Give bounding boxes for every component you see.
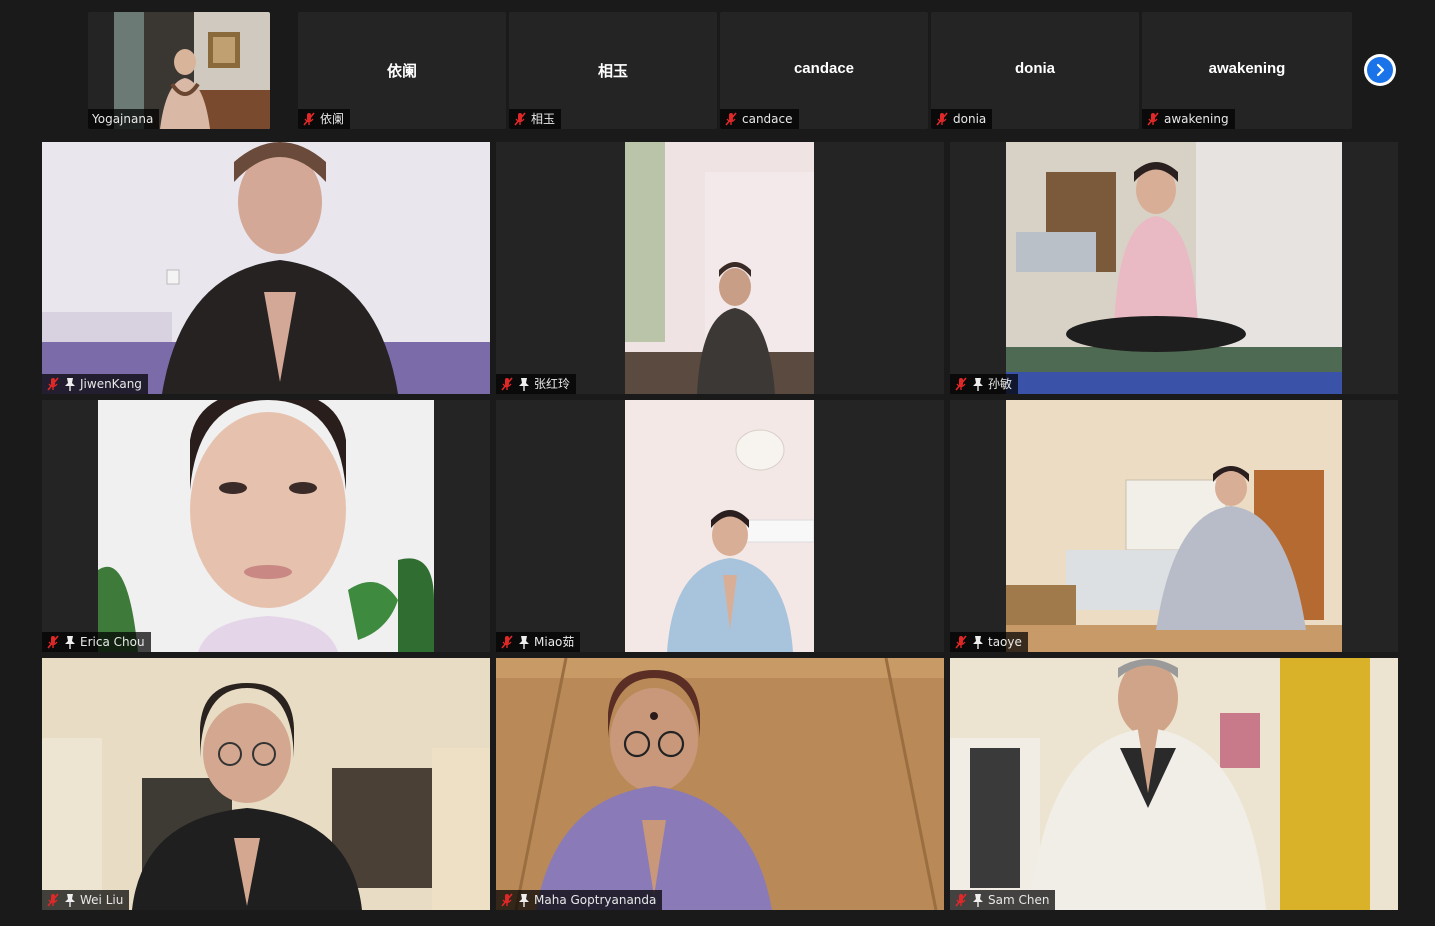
mic-muted-icon <box>514 112 526 126</box>
participant-name-tag: Erica Chou <box>42 632 151 652</box>
participant-display-name: 依阑 <box>386 63 417 80</box>
participant-name: taoye <box>988 635 1022 649</box>
participant-display-name: 相玉 <box>597 63 628 80</box>
participant-video <box>625 400 814 652</box>
video-tile-sunmin[interactable]: 孙敏 <box>950 142 1398 394</box>
strip-participant-yilan[interactable]: 依阑 依阑 <box>298 12 506 129</box>
participant-name: donia <box>953 112 987 126</box>
participant-name-tag: donia <box>931 109 993 129</box>
mic-muted-icon <box>955 893 967 907</box>
mic-muted-icon <box>725 112 737 126</box>
participant-display-name: candace <box>793 60 855 77</box>
participant-name-tag: 依阑 <box>298 109 351 129</box>
participant-name: Wei Liu <box>80 893 124 907</box>
participant-video <box>1006 400 1342 652</box>
participant-name-tag: JiwenKang <box>42 374 148 394</box>
mic-muted-icon <box>501 893 513 907</box>
mic-muted-icon <box>47 377 59 391</box>
participant-name-tag: Miao茹 <box>496 632 581 652</box>
mic-muted-icon <box>955 635 967 649</box>
participant-name: Sam Chen <box>988 893 1050 907</box>
participant-name-tag: 相玉 <box>509 109 562 129</box>
participant-name: Erica Chou <box>80 635 145 649</box>
participant-name-tag: 张红玲 <box>496 374 577 394</box>
participant-name-tag: taoye <box>950 632 1028 652</box>
participant-name-tag: 孙敏 <box>950 374 1019 394</box>
pin-icon <box>973 894 983 907</box>
pin-icon <box>519 636 529 649</box>
participant-display-name: awakening <box>1208 60 1286 77</box>
pin-icon <box>973 636 983 649</box>
participant-name-tag: candace <box>720 109 799 129</box>
mic-muted-icon <box>47 893 59 907</box>
participant-video <box>496 658 944 910</box>
video-tile-zhanghongling[interactable]: 张红玲 <box>496 142 944 394</box>
chevron-right-icon <box>1367 57 1393 83</box>
participant-name: Miao茹 <box>534 635 575 649</box>
video-tile-wei-liu[interactable]: Wei Liu <box>42 658 490 910</box>
mic-muted-icon <box>501 635 513 649</box>
participant-name: candace <box>742 112 793 126</box>
strip-participant-awakening[interactable]: awakening awakening <box>1142 12 1352 129</box>
video-tile-jiwenkang[interactable]: JiwenKang <box>42 142 490 394</box>
video-tile-sam-chen[interactable]: Sam Chen <box>950 658 1398 910</box>
pin-icon <box>519 378 529 391</box>
mic-muted-icon <box>936 112 948 126</box>
participant-name: Maha Goptryananda <box>534 893 657 907</box>
participant-name-tag: Wei Liu <box>42 890 130 910</box>
pin-icon <box>65 894 75 907</box>
next-page-button[interactable] <box>1364 54 1396 86</box>
mic-muted-icon <box>303 112 315 126</box>
video-tile-erica-chou[interactable]: Erica Chou <box>42 400 490 652</box>
strip-participant-donia[interactable]: donia donia <box>931 12 1139 129</box>
mic-muted-icon <box>1147 112 1159 126</box>
pin-icon <box>65 378 75 391</box>
participant-name-tag: Yogajnana <box>88 109 160 129</box>
mic-muted-icon <box>501 377 513 391</box>
strip-participant-candace[interactable]: candace candace <box>720 12 928 129</box>
participant-name: Yogajnana <box>92 112 154 126</box>
participant-name: 依阑 <box>320 112 345 126</box>
participant-video <box>98 400 434 652</box>
participant-video <box>42 142 490 394</box>
participant-video <box>42 658 490 910</box>
participant-name: 张红玲 <box>534 377 571 391</box>
participant-video <box>950 658 1398 910</box>
participant-name-tag: Maha Goptryananda <box>496 890 663 910</box>
participant-video <box>1006 142 1342 394</box>
pin-icon <box>519 894 529 907</box>
strip-participant-xiangyu[interactable]: 相玉 相玉 <box>509 12 717 129</box>
participant-video <box>625 142 814 394</box>
strip-participant-yogajnana[interactable]: Yogajnana <box>88 12 270 129</box>
pin-icon <box>65 636 75 649</box>
mic-muted-icon <box>47 635 59 649</box>
participant-name: 孙敏 <box>988 377 1013 391</box>
mic-muted-icon <box>955 377 967 391</box>
participant-name-tag: Sam Chen <box>950 890 1056 910</box>
pin-icon <box>973 378 983 391</box>
participant-name: JiwenKang <box>80 377 142 391</box>
video-tile-maha-goptryananda[interactable]: Maha Goptryananda <box>496 658 944 910</box>
video-tile-taoye[interactable]: taoye <box>950 400 1398 652</box>
participant-name: 相玉 <box>531 112 556 126</box>
participant-display-name: donia <box>1015 60 1055 77</box>
video-tile-miaoru[interactable]: Miao茹 <box>496 400 944 652</box>
participant-name-tag: awakening <box>1142 109 1235 129</box>
participant-name: awakening <box>1164 112 1229 126</box>
participant-strip: Yogajnana 依阑 依阑 相玉 相玉 candace candace do… <box>88 12 1352 130</box>
